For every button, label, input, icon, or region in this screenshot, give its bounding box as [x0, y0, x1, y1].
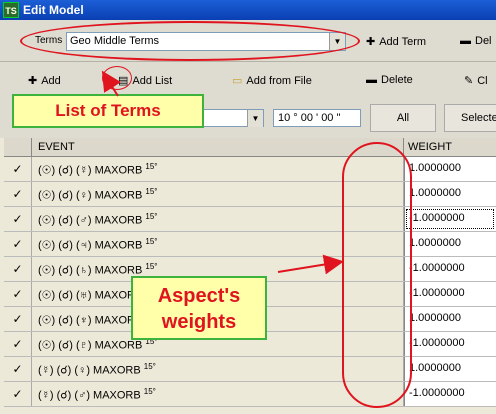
arrow-to-terms — [101, 70, 122, 97]
annotation-arrows — [101, 70, 344, 275]
arrow-to-weights — [277, 254, 344, 275]
